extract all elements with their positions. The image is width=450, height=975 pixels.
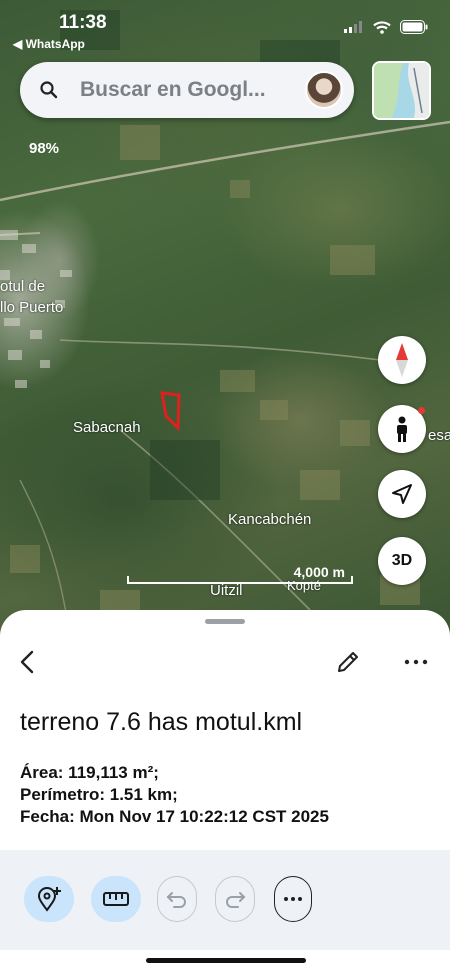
back-chevron-icon[interactable] [16,650,40,674]
undo-icon [166,892,186,908]
avatar[interactable] [305,71,343,109]
sheet-grabber[interactable] [205,619,245,624]
scale-line [127,576,353,584]
navigation-arrow-icon [392,484,412,504]
notification-dot [418,407,425,414]
perimeter-text: Perímetro: 1.51 km; [20,785,178,804]
3d-toggle-button[interactable]: 3D [378,537,426,585]
street-view-button[interactable] [378,405,426,453]
add-place-button[interactable] [24,876,74,922]
undo-button[interactable] [157,876,197,922]
map-thumbnail-icon [374,63,429,118]
my-location-button[interactable] [378,470,426,518]
more-options-icon[interactable] [404,653,428,671]
ruler-icon [103,892,129,906]
place-label-esat[interactable]: esat [428,427,450,444]
pegman-icon [397,416,407,442]
redo-icon [226,892,246,908]
search-icon [40,81,58,99]
parcel-polygon [160,391,181,432]
back-to-whatsapp-link[interactable]: ◀ WhatsApp [13,37,85,51]
search-bar[interactable]: Buscar en Googl... [20,62,354,118]
redo-button[interactable] [215,876,255,922]
place-label-motul-2[interactable]: llo Puerto [0,299,63,316]
search-input[interactable]: Buscar en Googl... [80,78,305,102]
compass-icon [396,343,408,377]
toolbar-more-button[interactable] [274,876,312,922]
more-horizontal-icon [284,897,302,901]
measurement-details: Área: 119,113 m²; Perímetro: 1.51 km; Fe… [20,762,329,828]
project-title: terreno 7.6 has motul.kml [20,708,303,736]
battery-icon [400,20,428,34]
status-bar: 11:38 ◀ WhatsApp [0,0,450,54]
scale-bar: 4,000 m [127,564,353,586]
edit-pencil-icon[interactable] [336,650,360,674]
date-text: Fecha: Mon Nov 17 10:22:12 CST 2025 [20,807,329,826]
add-place-icon [37,887,61,912]
cellular-signal-icon [344,21,362,33]
place-label-sabacnah[interactable]: Sabacnah [73,419,141,436]
loading-percent: 98% [29,140,60,157]
compass-button[interactable] [378,336,426,384]
place-label-kancabchen[interactable]: Kancabchén [228,511,311,528]
wifi-icon [373,20,391,34]
map-layer-button[interactable] [372,61,431,120]
3d-label: 3D [391,552,413,569]
home-indicator[interactable] [146,958,306,963]
area-text: Área: 119,113 m²; [20,763,159,782]
bottom-toolbar [0,850,450,950]
place-label-motul[interactable]: otul de [0,278,45,295]
status-time: 11:38 [59,12,107,33]
measure-button[interactable] [91,876,141,922]
